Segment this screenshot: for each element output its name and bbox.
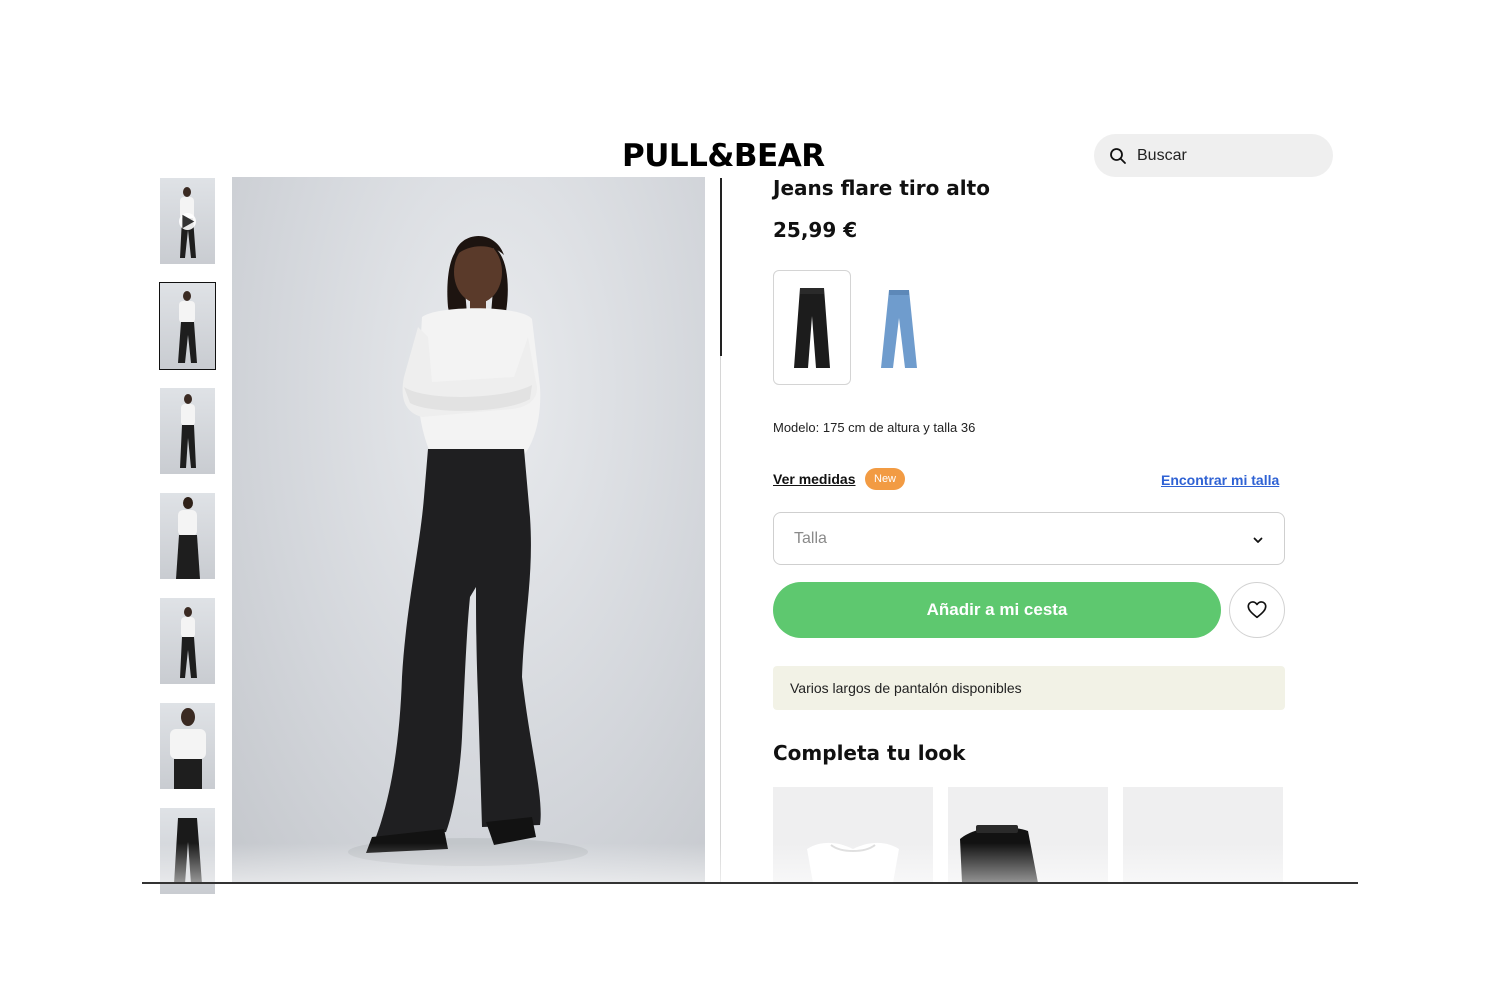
column-divider (720, 356, 721, 883)
model-info: Modelo: 175 cm de altura y talla 36 (773, 420, 976, 435)
info-banner: Varios largos de pantalón disponibles (773, 666, 1285, 710)
thumbnail-detail-top[interactable] (160, 703, 215, 789)
size-guide-link[interactable]: Ver medidas (773, 471, 856, 487)
thumbnail-side[interactable] (160, 388, 215, 474)
product-price: 25,99 € (773, 218, 858, 242)
brand-logo[interactable]: PULL&BEAR (622, 138, 825, 174)
wishlist-button[interactable] (1229, 582, 1285, 638)
color-swatch-black[interactable] (773, 270, 851, 385)
search-input[interactable] (1137, 146, 1307, 165)
search-icon[interactable] (1109, 147, 1127, 165)
viewport-bottom-edge (142, 882, 1358, 884)
thumbnail-full-side[interactable] (160, 598, 215, 684)
heart-icon (1247, 601, 1267, 619)
chevron-down-icon (1252, 533, 1264, 545)
thumbnail-front[interactable] (159, 282, 216, 370)
complete-look-title: Completa tu look (773, 741, 966, 765)
new-badge: New (865, 468, 906, 490)
product-title: Jeans flare tiro alto (773, 176, 990, 200)
look-item-placeholder[interactable] (1123, 787, 1283, 883)
search-bar[interactable] (1094, 134, 1333, 177)
product-page: PULL&BEAR Buscar Jeans flare tiro alto 2… (0, 0, 1500, 1000)
color-swatch-blue[interactable] (860, 270, 938, 385)
size-select-placeholder: Talla (794, 529, 827, 547)
thumbnail-video[interactable] (160, 178, 215, 264)
main-product-image[interactable] (232, 177, 705, 883)
gallery-scroll-indicator[interactable] (720, 178, 722, 356)
find-my-size-link[interactable]: Encontrar mi talla (1161, 472, 1279, 488)
size-select[interactable]: Talla (773, 512, 1285, 565)
thumbnail-back[interactable] (160, 493, 215, 579)
play-icon[interactable] (179, 213, 196, 230)
look-item-white-top[interactable] (773, 787, 933, 883)
look-item-black-boots[interactable] (948, 787, 1108, 883)
add-to-cart-button[interactable]: Añadir a mi cesta (773, 582, 1221, 638)
